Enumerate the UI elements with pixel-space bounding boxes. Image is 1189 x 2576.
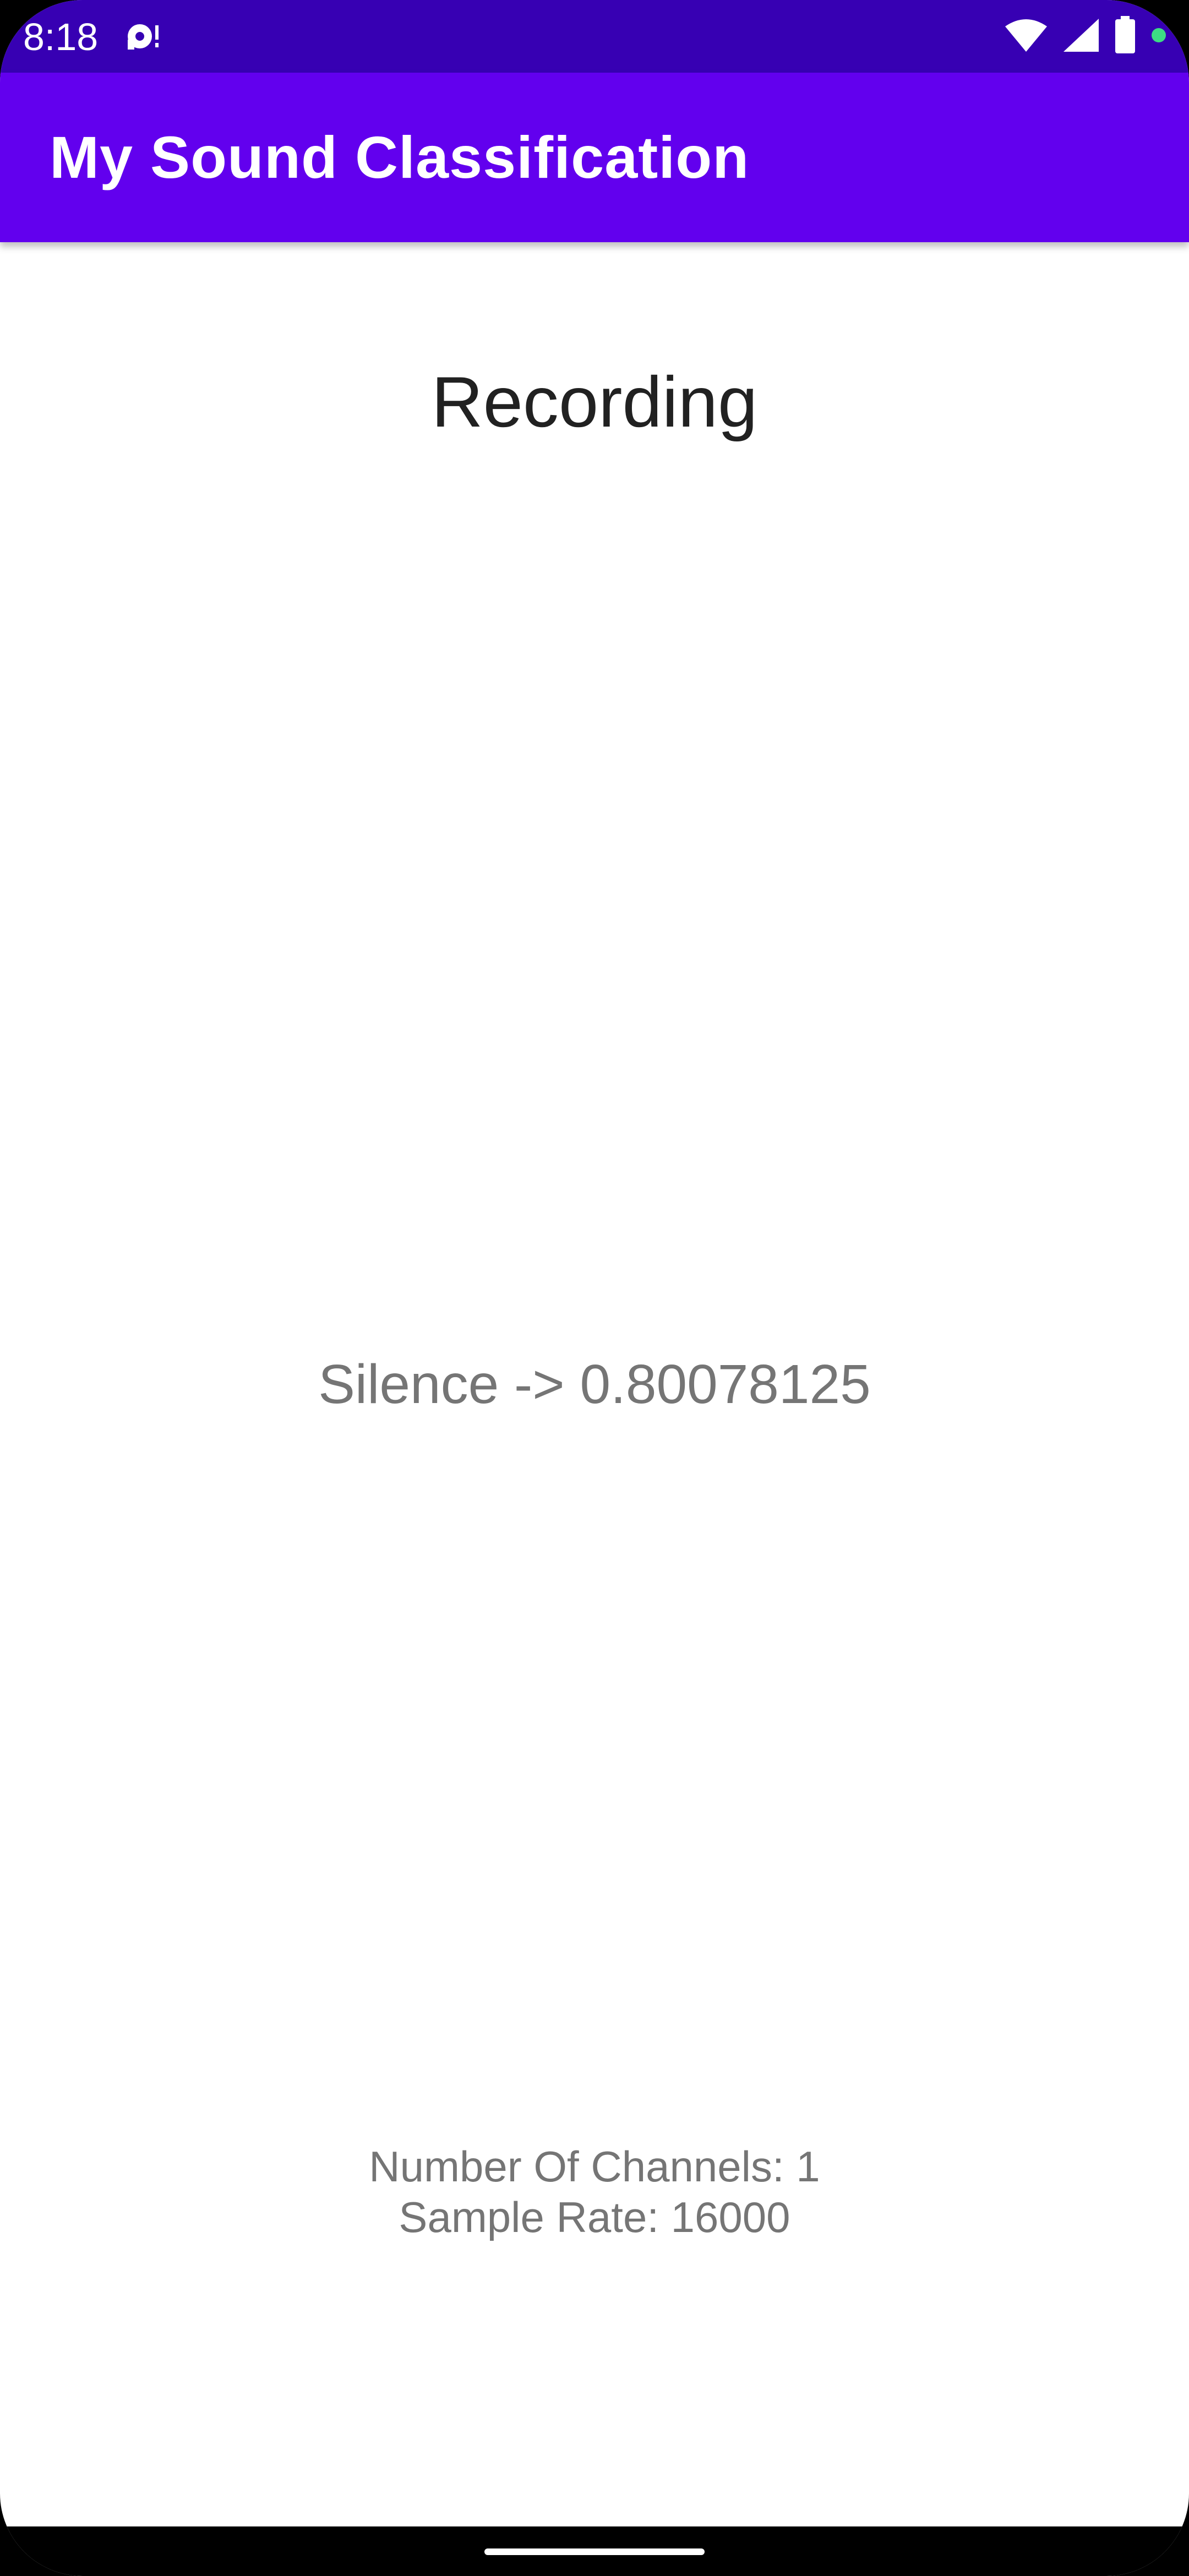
status-time: 8:18 [23, 15, 99, 58]
channels-text: Number Of Channels: 1 [369, 2142, 820, 2191]
podcast-notification-icon [126, 20, 164, 53]
home-gesture-handle[interactable] [484, 2548, 705, 2555]
battery-icon [1114, 15, 1136, 57]
classification-result-text: Silence -> 0.80078125 [318, 1354, 871, 1415]
sample-rate-text: Sample Rate: 16000 [399, 2193, 790, 2241]
wifi-icon [1004, 18, 1048, 56]
status-bar: 8:18 [0, 0, 1189, 73]
recording-status-text: Recording [431, 362, 758, 442]
status-icons [1004, 15, 1167, 57]
app-title: My Sound Classification [50, 124, 750, 190]
app-bar: My Sound Classification [0, 73, 1189, 242]
signal-icon [1062, 18, 1100, 56]
app-screen: 8:18 My Sound Classification Recording S… [0, 0, 1189, 2576]
audio-info: Number Of Channels: 1 Sample Rate: 16000 [0, 2141, 1189, 2242]
privacy-dot-icon [1150, 27, 1167, 46]
